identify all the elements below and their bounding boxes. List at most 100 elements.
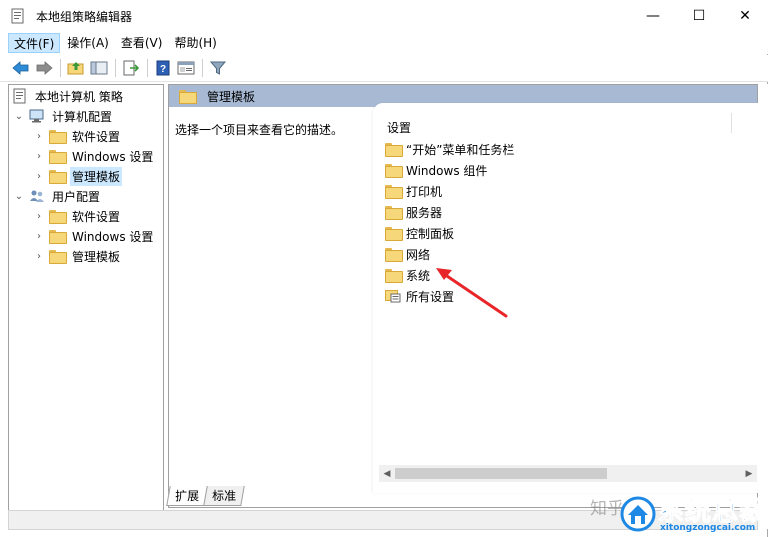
tab-label: 标准 (212, 489, 237, 503)
window-title: 本地组策略编辑器 (36, 9, 133, 24)
help-icon[interactable]: ? (152, 57, 174, 79)
list-item-label: 控制面板 (406, 226, 455, 241)
menu-file[interactable]: 文件(F) (8, 33, 61, 53)
tree-item-label: 管理模板 (72, 249, 121, 264)
tree-item-user-software-settings[interactable]: › 软件设置 (33, 206, 122, 226)
scroll-left-arrow-icon[interactable]: ◀ (379, 465, 395, 482)
horizontal-scrollbar[interactable]: ◀ ▶ (379, 465, 757, 482)
tab-extended[interactable]: 扩展 (166, 486, 208, 506)
svg-text:?: ? (160, 64, 166, 75)
folder-icon (49, 250, 67, 264)
chevron-right-icon[interactable]: › (33, 150, 45, 162)
folder-icon (49, 210, 67, 224)
details-header-title: 管理模板 (207, 89, 256, 104)
folder-icon (385, 164, 403, 178)
menu-view[interactable]: 查看(V) (116, 33, 168, 53)
chevron-right-icon[interactable]: › (33, 170, 45, 182)
list-item-label: “开始”菜单和任务栏 (406, 142, 515, 157)
tree-item-local-computer-policy[interactable]: 本地计算机 策略 (13, 86, 125, 106)
close-button[interactable]: ✕ (722, 0, 768, 32)
tree-item-label: 计算机配置 (52, 109, 113, 124)
toolbar-separator (60, 59, 61, 77)
navigation-tree: 本地计算机 策略 ⌄ 计算机配置 › 软件设置 › Windows 设置 › 管… (8, 84, 164, 529)
column-divider[interactable] (731, 113, 732, 133)
chevron-down-icon[interactable]: ⌄ (13, 190, 25, 202)
list-item-label: 打印机 (406, 184, 443, 199)
tab-standard[interactable]: 标准 (203, 486, 245, 506)
list-item-control-panel[interactable]: 控制面板 (385, 224, 454, 242)
list-item-label: Windows 组件 (406, 163, 488, 178)
group-policy-editor-window: 本地组策略编辑器 — ☐ ✕ 文件(F) 操作(A) 查看(V) 帮助(H) ?… (0, 0, 768, 537)
tree-item-label: Windows 设置 (72, 229, 154, 244)
scrollbar-thumb[interactable] (395, 468, 607, 479)
chevron-right-icon[interactable]: › (33, 130, 45, 142)
chevron-down-icon[interactable]: ⌄ (13, 110, 25, 122)
folder-icon (49, 230, 67, 244)
folder-icon (49, 150, 67, 164)
list-item-label: 服务器 (406, 205, 443, 220)
tree-item-windows-settings[interactable]: › Windows 设置 (33, 146, 155, 166)
policy-document-icon (13, 88, 27, 104)
list-item-windows-components[interactable]: Windows 组件 (385, 161, 487, 179)
tree-item-label: Windows 设置 (72, 149, 154, 164)
tree-item-label: 用户配置 (52, 189, 101, 204)
title-bar: 本地组策略编辑器 — ☐ ✕ (0, 0, 768, 32)
menu-action[interactable]: 操作(A) (62, 33, 114, 53)
list-item-printers[interactable]: 打印机 (385, 182, 442, 200)
folder-icon (49, 170, 67, 184)
folder-icon (385, 143, 403, 157)
list-item-system[interactable]: 系统 (385, 266, 430, 284)
filter-icon[interactable] (207, 57, 229, 79)
toolbar-separator (147, 59, 148, 77)
tree-item-admin-templates[interactable]: › 管理模板 (33, 166, 123, 186)
tree-item-label: 软件设置 (72, 129, 121, 144)
chevron-right-icon[interactable]: › (33, 250, 45, 262)
folder-icon (385, 206, 403, 220)
toolbar: ? (0, 55, 768, 82)
up-folder-icon[interactable] (65, 57, 87, 79)
tree-item-label: 软件设置 (72, 209, 121, 224)
annotation-arrow-icon (436, 268, 508, 318)
tree-item-software-settings[interactable]: › 软件设置 (33, 126, 122, 146)
show-hide-tree-icon[interactable] (88, 57, 110, 79)
back-arrow-icon[interactable] (10, 57, 32, 79)
folder-icon (49, 130, 67, 144)
tree-item-user-windows-settings[interactable]: › Windows 设置 (33, 226, 155, 246)
policy-editor-app-icon (10, 8, 26, 24)
toolbar-separator (115, 59, 116, 77)
list-item-server[interactable]: 服务器 (385, 203, 442, 221)
forward-arrow-icon[interactable] (33, 57, 55, 79)
export-list-icon[interactable] (120, 57, 142, 79)
computer-icon (29, 109, 45, 123)
tree-item-label: 本地计算机 策略 (35, 89, 123, 104)
tree-item-computer-config[interactable]: ⌄ 计算机配置 (13, 106, 114, 126)
minimize-button[interactable]: — (630, 0, 676, 32)
list-column-header-setting[interactable]: 设置 (387, 119, 411, 136)
maximize-button[interactable]: ☐ (676, 0, 722, 32)
list-item-network[interactable]: 网络 (385, 245, 430, 263)
item-description: 选择一个项目来查看它的描述。 (175, 123, 344, 137)
all-settings-icon (385, 289, 401, 303)
properties-icon[interactable] (175, 57, 197, 79)
menu-help[interactable]: 帮助(H) (169, 33, 221, 53)
folder-icon (179, 90, 197, 104)
chevron-right-icon[interactable]: › (33, 230, 45, 242)
users-icon (29, 189, 45, 203)
tree-item-label: 管理模板 (70, 166, 123, 186)
chevron-right-icon[interactable]: › (33, 210, 45, 222)
scroll-right-arrow-icon[interactable]: ▶ (741, 465, 757, 482)
window-controls: — ☐ ✕ (630, 0, 768, 32)
menu-bar: 文件(F) 操作(A) 查看(V) 帮助(H) (0, 32, 768, 54)
watermark-house-logo-icon (620, 496, 656, 532)
folder-icon (385, 248, 403, 262)
tree-item-user-admin-templates[interactable]: › 管理模板 (33, 246, 122, 266)
watermark: 知乎 @ 系统总裁 xitongzongcai.com (590, 488, 768, 537)
background-window-edge (758, 84, 768, 529)
list-item-label: 系统 (406, 268, 431, 283)
folder-icon (385, 269, 403, 283)
list-item-start-menu-taskbar[interactable]: “开始”菜单和任务栏 (385, 140, 514, 158)
folder-icon (385, 227, 403, 241)
tree-item-user-config[interactable]: ⌄ 用户配置 (13, 186, 102, 206)
tab-label: 扩展 (175, 489, 200, 503)
view-tabs: 扩展 标准 (166, 486, 245, 508)
